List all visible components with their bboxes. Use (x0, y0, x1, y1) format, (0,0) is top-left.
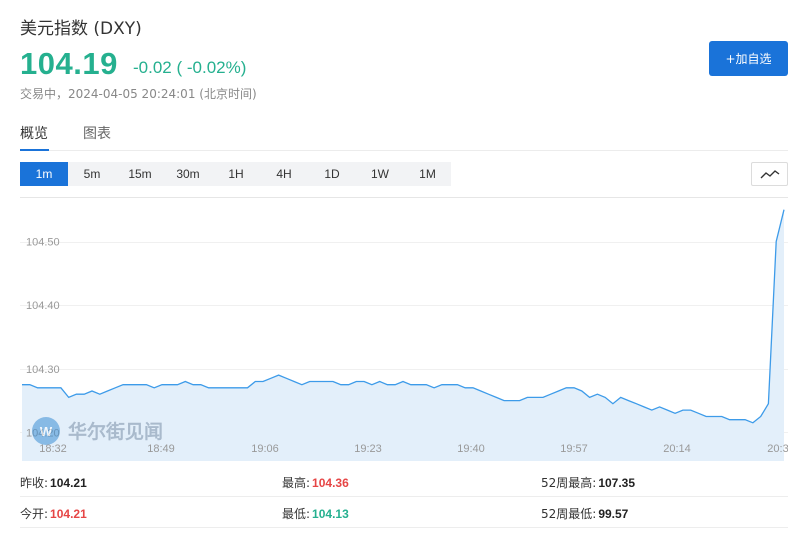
interval-1d[interactable]: 1D (308, 162, 356, 186)
stat-52w-high: 52周最高: 107.35 (541, 476, 636, 490)
stat-high: 最高: 104.36 (282, 476, 349, 490)
watermark: W 华尔街见闻 (32, 417, 163, 445)
page-title: 美元指数 (DXY) (20, 19, 142, 39)
stat-prev-close: 昨收: 104.21 (20, 476, 87, 490)
interval-1w[interactable]: 1W (356, 162, 404, 186)
y-tick-label: 104.40 (26, 300, 60, 312)
tab-chart[interactable]: 图表 (83, 123, 111, 143)
stat-open: 今开: 104.21 (20, 507, 87, 521)
line-chart-icon (760, 170, 779, 179)
interval-15m[interactable]: 15m (116, 162, 164, 186)
y-tick-label: 104.50 (26, 237, 60, 249)
interval-1m[interactable]: 1m (20, 162, 68, 186)
chart-type-toggle[interactable] (751, 162, 788, 186)
x-tick-label: 19:57 (560, 443, 588, 455)
stat-52w-low-value: 99.57 (598, 507, 629, 521)
stats-table: 昨收: 104.21 最高: 104.36 52周最高: 107.35 今开: 104.… (20, 466, 788, 528)
interval-1mo[interactable]: 1M (404, 162, 451, 186)
active-tab-indicator (20, 149, 49, 151)
watermark-logo-letter: W (40, 424, 53, 439)
x-tick-label: 20:3 (767, 443, 788, 455)
x-tick-label: 19:23 (354, 443, 382, 455)
stats-row: 昨收: 104.21 最高: 104.36 52周最高: 107.35 (20, 466, 788, 497)
y-tick-label: 104.30 (26, 364, 60, 376)
trading-status: 交易中，2024-04-05 20:24:01 (北京时间) (20, 87, 257, 101)
interval-1h[interactable]: 1H (212, 162, 260, 186)
price-chart-svg: 104.50104.40104.30104.20W华尔街见闻18:3218:49… (20, 197, 789, 461)
current-price: 104.19 (20, 46, 118, 81)
interval-30m[interactable]: 30m (164, 162, 212, 186)
interval-5m[interactable]: 5m (68, 162, 116, 186)
watermark-text: 华尔街见闻 (68, 420, 163, 443)
x-tick-label: 19:06 (251, 443, 279, 455)
price-chart[interactable]: 104.50104.40104.30104.20W华尔街见闻18:3218:49… (20, 197, 789, 461)
price-change: -0.02 ( -0.02%) (133, 58, 247, 77)
add-watchlist-button[interactable]: +加自选 (709, 41, 788, 76)
x-tick-label: 19:40 (457, 443, 485, 455)
interval-4h[interactable]: 4H (260, 162, 308, 186)
stat-low: 最低: 104.13 (282, 507, 349, 521)
x-tick-label: 20:14 (663, 443, 691, 455)
stats-row: 今开: 104.21 最低: 104.13 52周最低: 99.57 (20, 497, 788, 528)
stat-52w-low: 52周最低: 99.57 (541, 507, 629, 521)
x-tick-label: 18:32 (39, 443, 67, 455)
tab-bar: 概览 图表 (20, 121, 788, 151)
stat-low-value: 104.13 (312, 507, 349, 521)
stat-high-value: 104.36 (312, 476, 349, 490)
tab-overview[interactable]: 概览 (20, 123, 48, 143)
interval-selector: 1m 5m 15m 30m 1H 4H 1D 1W 1M (20, 162, 451, 186)
stat-prev-close-value: 104.21 (50, 476, 87, 490)
stat-52w-high-value: 107.35 (598, 476, 636, 490)
x-tick-label: 18:49 (147, 443, 175, 455)
stat-open-value: 104.21 (50, 507, 87, 521)
